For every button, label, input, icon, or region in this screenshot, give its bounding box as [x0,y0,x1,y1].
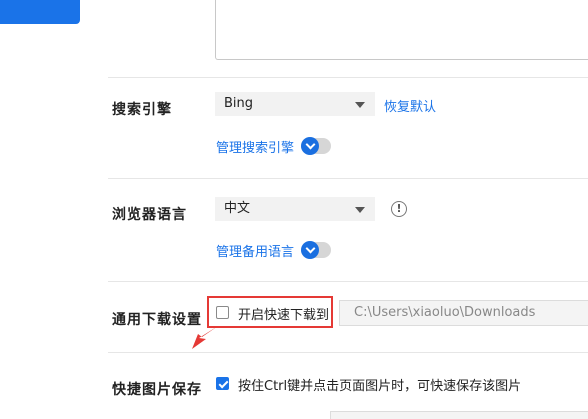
info-icon[interactable]: ! [391,201,407,217]
annotation-arrow-icon [192,326,218,349]
chevron-down-icon [301,241,319,259]
quick-image-save-label: 快捷图片保存 [112,382,202,398]
manage-search-engines-expand-toggle[interactable] [301,137,331,155]
manage-search-engines-link[interactable]: 管理搜索引擎 [216,137,294,156]
settings-page: 搜索引擎 Bing 恢复默认 管理搜索引擎 浏览器语言 中文 ! 管理备用语言 … [0,0,588,419]
custom-text-area[interactable] [215,0,588,60]
manage-languages-expand-toggle[interactable] [301,241,331,259]
browser-language-selected-value: 中文 [224,201,251,216]
restore-default-link[interactable]: 恢复默认 [384,96,436,115]
divider [108,352,588,353]
partial-next-field[interactable] [330,411,588,419]
download-path-field[interactable]: C:\Users\xiaoluo\Downloads [339,300,588,326]
sidebar-active-item[interactable] [0,0,80,24]
search-engine-select[interactable]: Bing [215,92,375,116]
manage-alternate-languages-link[interactable]: 管理备用语言 [216,241,294,260]
divider [108,77,588,78]
fast-download-checkbox-label: 开启快速下载到 [238,308,330,323]
search-engine-selected-value: Bing [224,96,254,111]
sidebar [0,0,80,419]
divider [108,281,588,282]
divider [108,178,588,179]
ctrl-click-save-checkbox[interactable] [216,377,229,390]
browser-language-select[interactable]: 中文 [215,197,375,221]
chevron-down-icon [355,102,365,108]
chevron-down-icon [355,207,365,213]
browser-language-label: 浏览器语言 [112,207,187,223]
search-engine-label: 搜索引擎 [112,102,172,118]
fast-download-checkbox[interactable] [216,306,229,319]
chevron-down-icon [301,137,319,155]
ctrl-click-save-checkbox-label: 按住Ctrl键并点击页面图片时，可快速保存该图片 [238,379,522,394]
